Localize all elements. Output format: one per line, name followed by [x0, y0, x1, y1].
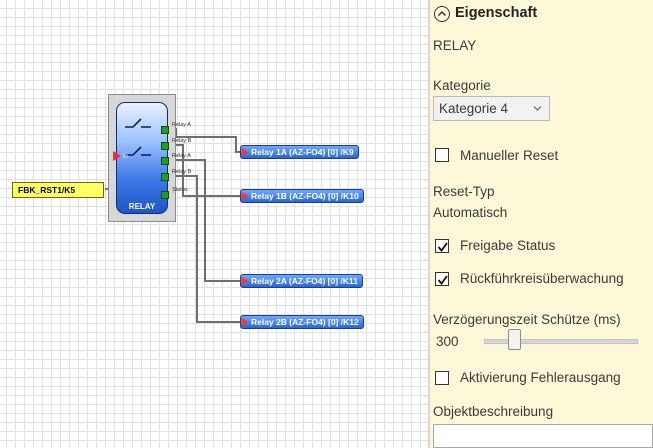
output-block-relay-2b[interactable]: Relay 2B (AZ-FO4) [0] /K12	[240, 315, 364, 329]
checkmark-icon	[437, 275, 448, 285]
panel-title: Eigenschaft	[455, 5, 538, 21]
checkmark-icon	[437, 242, 448, 252]
output-block-label: Relay 2A (AZ-FO4) [0] /K11	[251, 276, 358, 286]
output-block-relay-1a[interactable]: Relay 1A (AZ-FO4) [0] /K9	[240, 145, 359, 159]
output-block-relay-2a[interactable]: Relay 2A (AZ-FO4) [0] /K11	[240, 274, 363, 288]
relay-output-port[interactable]	[161, 191, 169, 199]
relay-output-port[interactable]	[161, 126, 169, 134]
reset-type-value: Automatisch	[433, 205, 508, 220]
relay-port-label: Relay B	[172, 169, 192, 175]
relay-output-port[interactable]	[161, 173, 169, 181]
output-arrow-icon	[242, 192, 248, 200]
delay-slider-thumb[interactable]	[508, 329, 521, 350]
description-label: Objektbeschreibung	[433, 404, 554, 419]
relay-input-arrow-icon	[113, 151, 121, 161]
diagram-canvas[interactable]: FBK_RST1/K5 In RELAY Relay A Relay B Rel…	[0, 0, 428, 448]
chevron-down-icon	[533, 106, 542, 111]
relay-input-label: In	[123, 153, 129, 160]
description-input[interactable]	[433, 424, 653, 448]
manual-reset-checkbox[interactable]	[435, 148, 449, 162]
input-block-label: FBK_RST1/K5	[18, 185, 76, 195]
category-dropdown-value: Kategorie 4	[439, 101, 509, 116]
relay-port-label: Relay B	[172, 138, 192, 144]
delay-label: Verzögerungszeit Schütze (ms)	[433, 312, 621, 327]
output-arrow-icon	[242, 148, 248, 156]
properties-panel: Eigenschaft RELAY Kategorie Kategorie 4 …	[430, 0, 653, 448]
category-label: Kategorie	[433, 78, 491, 93]
wire-relay-2a	[166, 159, 243, 282]
category-dropdown[interactable]: Kategorie 4	[433, 96, 550, 121]
relay-contact-icon	[125, 118, 151, 156]
relay-block-selection[interactable]: In RELAY Relay A Relay B Relay A Relay B…	[108, 94, 191, 222]
collapse-toggle-icon[interactable]	[434, 6, 450, 22]
output-block-relay-1b[interactable]: Relay 1B (AZ-FO4) [0] /K10	[240, 189, 364, 203]
output-block-label: Relay 2B (AZ-FO4) [0] /K12	[251, 317, 359, 327]
error-output-label: Aktivierung Fehlerausgang	[460, 370, 621, 385]
output-block-label: Relay 1B (AZ-FO4) [0] /K10	[251, 191, 359, 201]
element-type: RELAY	[433, 38, 477, 53]
relay-output-port[interactable]	[161, 142, 169, 150]
relay-port-label: Status	[172, 187, 188, 193]
relay-output-port[interactable]	[161, 157, 169, 165]
relay-port-label: Relay A	[172, 122, 191, 128]
connection-wires	[105, 128, 243, 323]
output-arrow-icon	[242, 277, 248, 285]
output-arrow-icon	[242, 318, 248, 326]
relay-block-name: RELAY	[128, 202, 156, 211]
output-block-label: Relay 1A (AZ-FO4) [0] /K9	[251, 147, 354, 157]
relay-port-label: Relay A	[172, 153, 191, 159]
feedback-monitoring-label: Rückführkreisüberwachung	[460, 271, 624, 286]
release-status-checkbox[interactable]	[435, 239, 449, 253]
feedback-monitoring-checkbox[interactable]	[435, 272, 449, 286]
input-block[interactable]: FBK_RST1/K5	[12, 182, 104, 198]
manual-reset-label: Manueller Reset	[460, 148, 559, 163]
reset-type-label: Reset-Typ	[433, 184, 495, 199]
release-status-label: Freigabe Status	[460, 238, 556, 253]
delay-value: 300	[436, 334, 459, 349]
error-output-checkbox[interactable]	[435, 371, 449, 385]
